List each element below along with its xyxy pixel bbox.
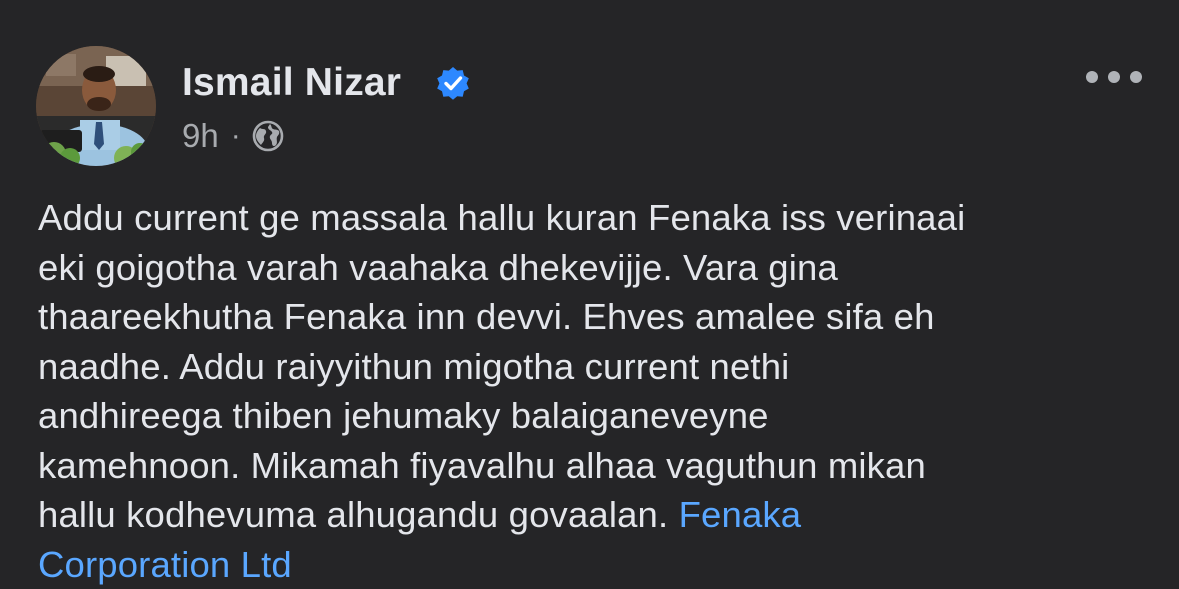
more-dot <box>1108 71 1120 83</box>
globe-icon <box>251 119 285 153</box>
facebook-post: Ismail Nizar 9h · Addu current ge massal… <box>0 0 1179 588</box>
page-mention-link[interactable]: Fenaka <box>679 494 802 535</box>
post-timestamp[interactable]: 9h <box>182 117 219 155</box>
post-text-line: Addu current ge massala hallu kuran Fena… <box>38 193 1148 243</box>
author-name[interactable]: Ismail Nizar <box>182 60 401 106</box>
post-text-line: eki goigotha varah vaahaka dhekevijje. V… <box>38 243 1148 293</box>
post-text-line: andhireega thiben jehumaky balaiganeveyn… <box>38 391 1148 441</box>
verified-badge-icon <box>434 64 472 102</box>
post-text: Addu current ge massala hallu kuran Fena… <box>38 193 1148 589</box>
more-dot <box>1086 71 1098 83</box>
more-dot <box>1130 71 1142 83</box>
avatar-photo <box>36 46 156 166</box>
post-text-line: thaareekhutha Fenaka inn devvi. Ehves am… <box>38 292 1148 342</box>
post-text-line: naadhe. Addu raiyyithun migotha current … <box>38 342 1148 392</box>
post-meta: 9h · <box>182 114 285 158</box>
meta-separator: · <box>231 119 241 153</box>
post-text-line-last: hallu kodhevuma alhugandu govaalan. Fena… <box>38 490 1148 540</box>
more-options-icon[interactable] <box>1086 64 1142 90</box>
post-text-line: Corporation Ltd <box>38 540 1148 589</box>
post-text-line: kamehnoon. Mikamah fiyavalhu alhaa vagut… <box>38 441 1148 491</box>
post-text-line-end: hallu kodhevuma alhugandu govaalan. <box>38 494 668 535</box>
page-mention-link-cont[interactable]: Corporation Ltd <box>38 544 292 585</box>
author-avatar[interactable] <box>36 46 156 166</box>
